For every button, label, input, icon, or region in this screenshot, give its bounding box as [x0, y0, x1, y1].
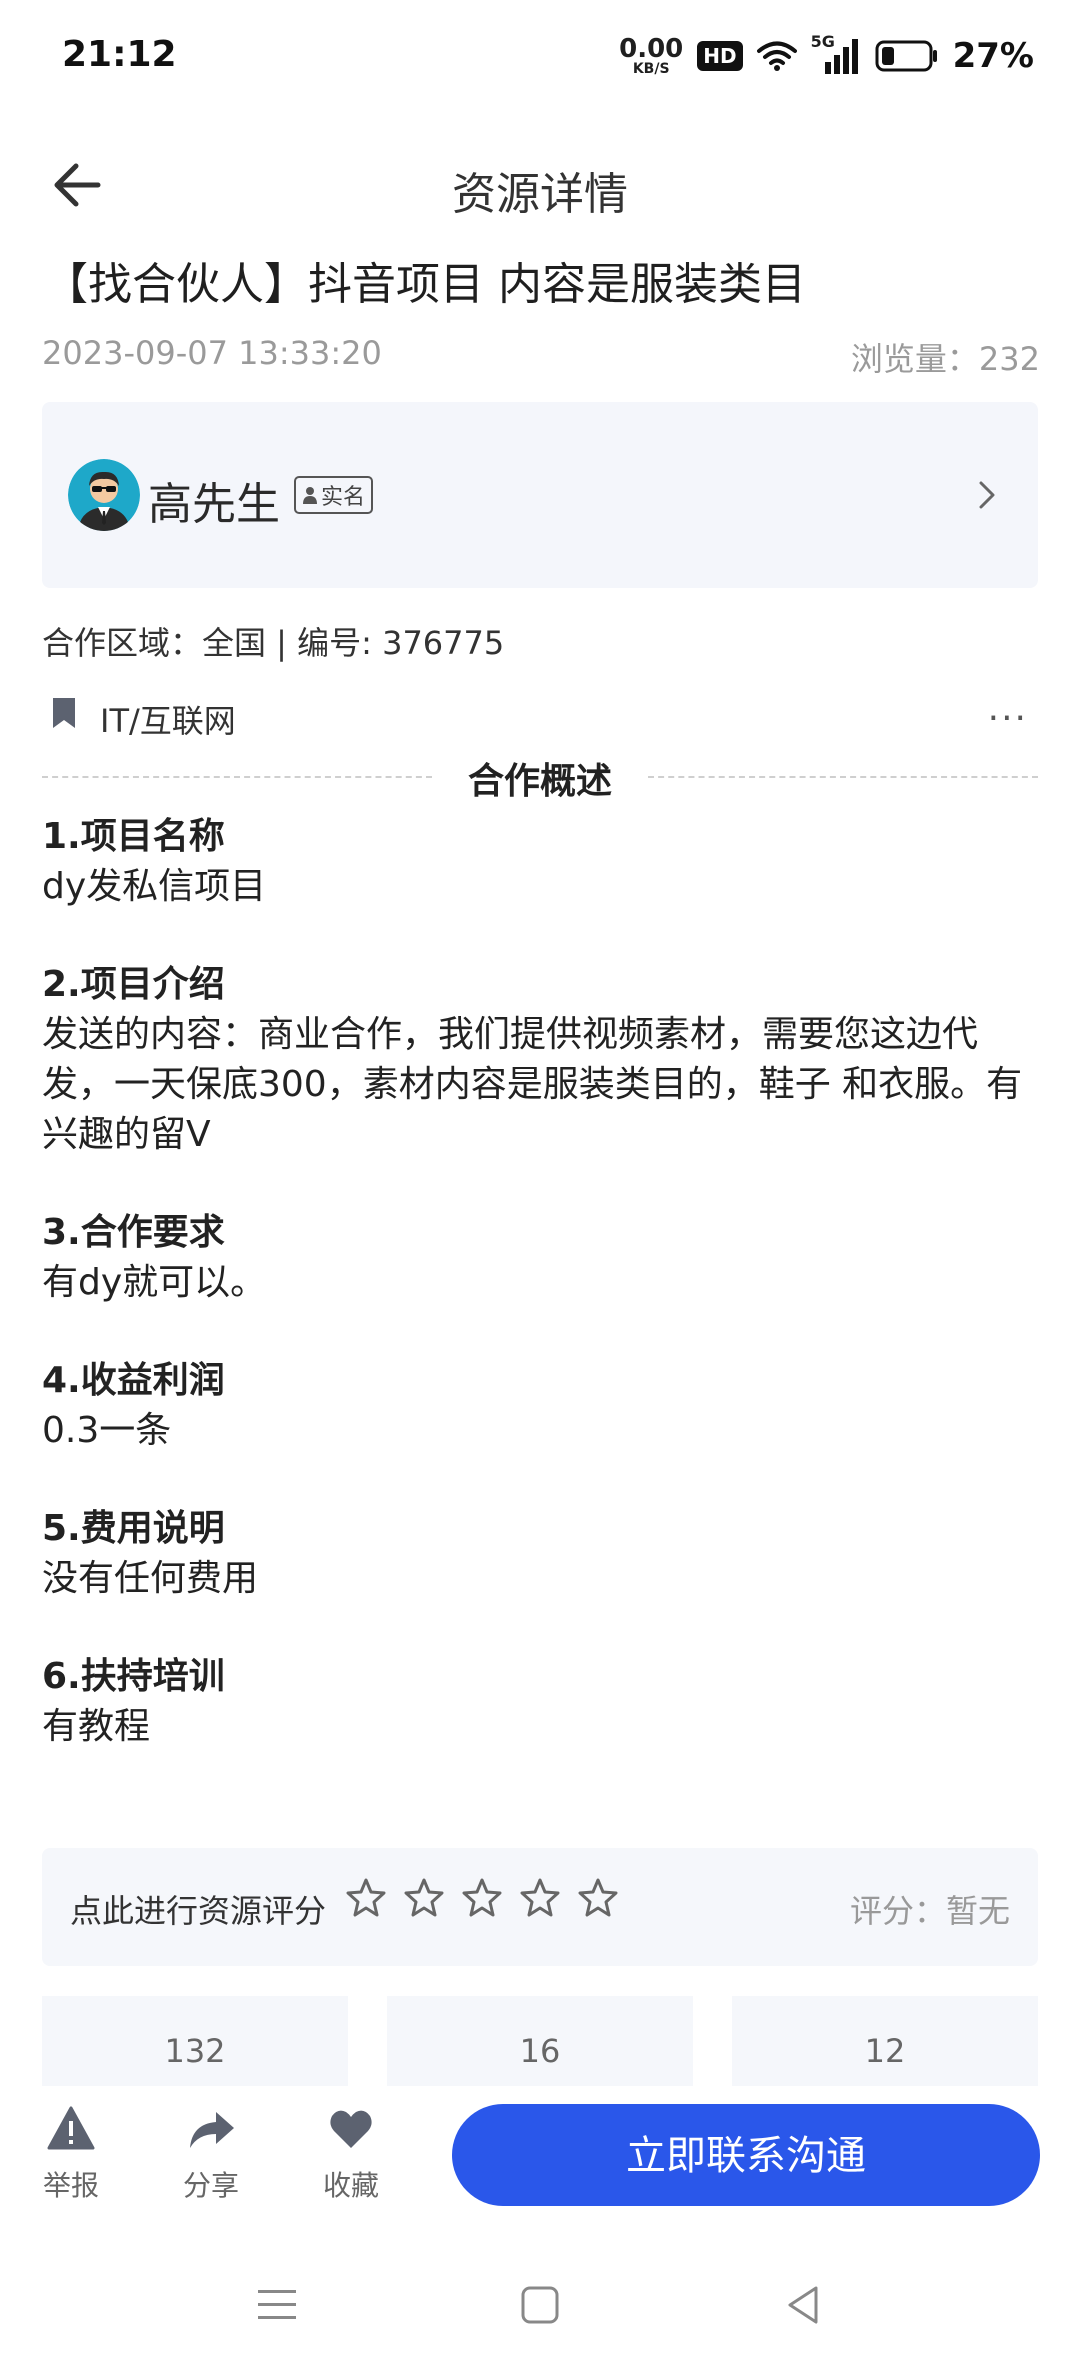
person-icon: [303, 487, 317, 504]
stat-box: 132: [42, 1996, 348, 2086]
contact-now-button[interactable]: 立即联系沟通: [452, 2104, 1040, 2206]
rating-score: 评分：暂无: [849, 1892, 1010, 1930]
battery-icon: [875, 40, 937, 72]
view-count: 浏览量：232: [850, 340, 1040, 378]
category-label: IT/互联网: [100, 702, 236, 740]
section-requirements: 3.合作要求 有dy就可以。: [42, 1208, 1038, 1308]
section-body: 有教程: [42, 1706, 151, 1747]
more-options-icon[interactable]: ···: [988, 698, 1028, 739]
section-body: 0.3一条: [42, 1410, 172, 1451]
user-avatar-icon: [68, 459, 140, 531]
avatar[interactable]: [68, 459, 140, 531]
heart-icon: [330, 2110, 372, 2148]
section-heading: 3.合作要求: [42, 1212, 225, 1253]
cellular-signal: 5G: [811, 32, 861, 76]
overview-title-text: 合作概述: [447, 761, 632, 802]
share-button[interactable]: 分享: [156, 2104, 266, 2204]
network-speed: 0.00 KB/S: [619, 36, 683, 76]
nav-bar: 资源详情: [0, 140, 1080, 230]
stat-box: 12: [732, 1996, 1038, 2086]
wifi-icon: [756, 41, 797, 71]
overview-content: 1.项目名称 dy发私信项目 2.项目介绍 发送的内容：商业合作，我们提供视频素…: [42, 812, 1038, 1800]
chevron-right-icon: [979, 481, 995, 509]
category-row: IT/互联网 ···: [44, 690, 1040, 740]
publish-date: 2023-09-07 13:33:20: [42, 334, 382, 372]
favorite-label: 收藏: [322, 2169, 379, 2202]
favorite-button[interactable]: 收藏: [296, 2104, 406, 2204]
home-square-icon[interactable]: [515, 2280, 565, 2330]
bottom-action-bar: 举报 分享 收藏 立即联系沟通: [0, 2086, 1080, 2236]
status-bar: 21:12 0.00 KB/S HD 5G 27%: [0, 0, 1080, 120]
section-heading: 6.扶持培训: [42, 1656, 225, 1697]
rating-prompt[interactable]: 点此进行资源评分: [70, 1886, 326, 1932]
section-body: dy发私信项目: [42, 866, 267, 907]
section-training: 6.扶持培训 有教程: [42, 1652, 1038, 1752]
page-title: 资源详情: [452, 169, 628, 220]
stats-row: 132 16 12: [42, 1996, 1038, 2086]
verified-label: 实名: [321, 485, 366, 510]
star-icon[interactable]: [460, 1876, 504, 1920]
overview-title: 合作概述: [42, 752, 1038, 804]
warning-icon: [47, 2106, 95, 2150]
network-speed-value: 0.00: [619, 34, 684, 64]
star-icon[interactable]: [518, 1876, 562, 1920]
hd-icon: HD: [697, 41, 743, 71]
status-indicators: 0.00 KB/S HD 5G 27%: [619, 32, 1034, 76]
back-triangle-icon[interactable]: [778, 2280, 828, 2330]
overview-divider: 合作概述: [42, 752, 1038, 802]
report-button[interactable]: 举报: [16, 2104, 126, 2204]
verified-badge: 实名: [294, 476, 374, 514]
cooperation-info: 合作区域：全国 | 编号: 376775: [42, 624, 505, 662]
report-label: 举报: [42, 2169, 99, 2202]
share-label: 分享: [182, 2169, 239, 2202]
section-heading: 5.费用说明: [42, 1508, 225, 1549]
battery-percentage: 27%: [952, 36, 1034, 76]
section-heading: 1.项目名称: [42, 816, 225, 857]
star-icon[interactable]: [344, 1876, 388, 1920]
section-heading: 2.项目介绍: [42, 964, 225, 1005]
section-body: 没有任何费用: [42, 1558, 259, 1599]
system-nav-bar: [0, 2236, 1080, 2376]
network-speed-unit: KB/S: [632, 61, 670, 77]
status-time: 21:12: [62, 34, 177, 75]
rating-stars: [344, 1876, 620, 1920]
author-name: 高先生: [148, 479, 280, 530]
stat-box: 16: [387, 1996, 693, 2086]
section-body: 有dy就可以。: [42, 1262, 267, 1303]
rating-box: 点此进行资源评分 评分：暂无: [42, 1848, 1038, 1966]
section-body: 发送的内容：商业合作，我们提供视频素材，需要您这边代发，一天保底300，素材内容…: [42, 1014, 1023, 1155]
section-heading: 4.收益利润: [42, 1360, 225, 1401]
signal-bars-icon: [824, 39, 858, 74]
section-project-intro: 2.项目介绍 发送的内容：商业合作，我们提供视频素材，需要您这边代发，一天保底3…: [42, 960, 1038, 1160]
star-icon[interactable]: [576, 1876, 620, 1920]
star-icon[interactable]: [402, 1876, 446, 1920]
section-profit: 4.收益利润 0.3一条: [42, 1356, 1038, 1456]
resource-detail-page: 21:12 0.00 KB/S HD 5G 27% 资源详情 【找合伙人】抖音项…: [0, 0, 1080, 2376]
section-project-name: 1.项目名称 dy发私信项目: [42, 812, 1038, 912]
author-card[interactable]: 高先生 实名: [42, 402, 1038, 588]
share-arrow-icon: [190, 2112, 234, 2148]
bookmark-icon: [53, 698, 75, 728]
menu-icon[interactable]: [252, 2280, 302, 2330]
resource-title: 【找合伙人】抖音项目 内容是服装类目: [44, 259, 806, 310]
section-fees: 5.费用说明 没有任何费用: [42, 1504, 1038, 1604]
